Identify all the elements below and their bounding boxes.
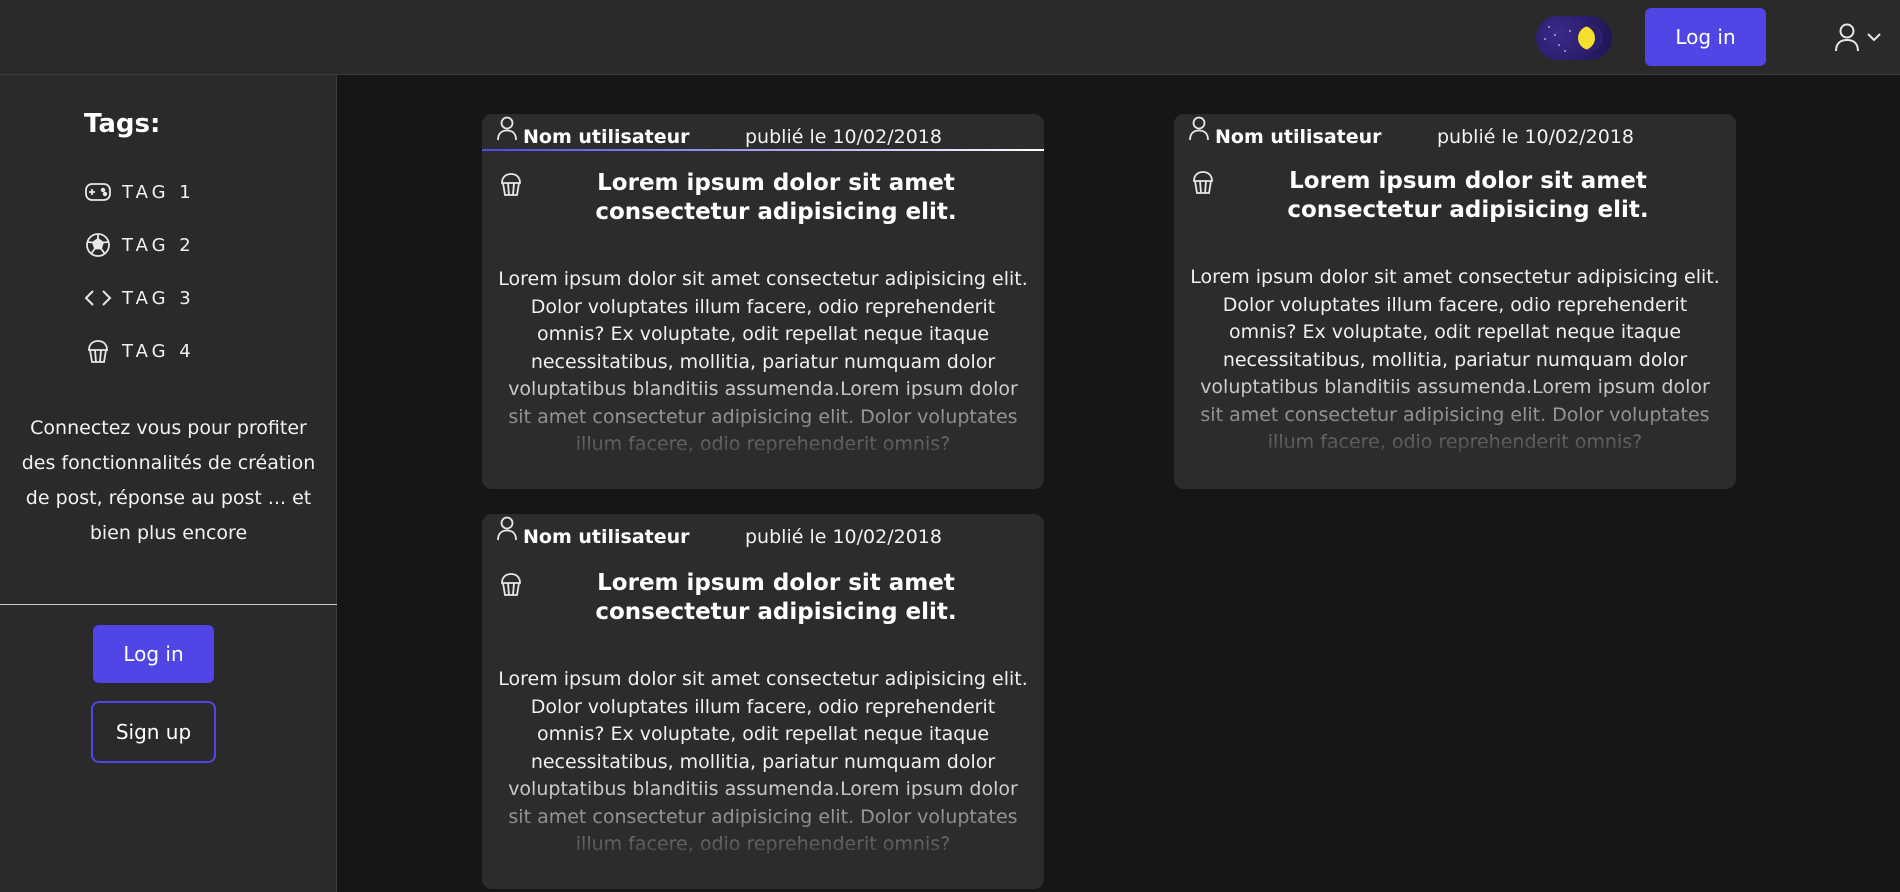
user-icon xyxy=(1189,116,1209,141)
tag-label: TAG 2 xyxy=(122,234,195,256)
header-login-button[interactable]: Log in xyxy=(1645,8,1766,66)
post-date: publié le 10/02/2018 xyxy=(745,126,942,148)
theme-toggle[interactable] xyxy=(1536,16,1612,60)
post-username[interactable]: Nom utilisateur xyxy=(523,526,690,548)
tags-title: Tags: xyxy=(84,109,161,139)
tag-list: TAG 1 TAG 2 TAG 3 TAG 4 xyxy=(84,177,195,389)
post-title-block: Lorem ipsum dolor sit amet consectetur a… xyxy=(1190,167,1720,225)
post-username[interactable]: Nom utilisateur xyxy=(523,126,690,148)
tag-item-4[interactable]: TAG 4 xyxy=(84,336,195,366)
post-card[interactable]: Nom utilisateur publié le 10/02/2018 Lor… xyxy=(482,514,1044,889)
user-icon xyxy=(497,516,517,541)
gamepad-icon xyxy=(84,178,112,206)
sidebar: Tags: TAG 1 TAG 2 TAG 3 TAG 4 Connectez … xyxy=(0,75,337,892)
post-username[interactable]: Nom utilisateur xyxy=(1215,126,1382,148)
tag-label: TAG 1 xyxy=(122,181,195,203)
user-icon xyxy=(497,116,517,141)
post-date: publié le 10/02/2018 xyxy=(1437,126,1634,148)
cupcake-icon xyxy=(84,337,112,365)
star-dot xyxy=(1569,30,1571,32)
post-card[interactable]: Nom utilisateur publié le 10/02/2018 Lor… xyxy=(1174,114,1736,489)
tag-item-1[interactable]: TAG 1 xyxy=(84,177,195,207)
football-icon xyxy=(84,231,112,259)
user-menu[interactable] xyxy=(1834,20,1896,54)
cupcake-icon xyxy=(501,573,521,596)
star-dot xyxy=(1548,26,1550,28)
post-title-block: Lorem ipsum dolor sit amet consectetur a… xyxy=(498,569,1028,627)
tag-item-2[interactable]: TAG 2 xyxy=(84,230,195,260)
cupcake-icon xyxy=(1193,171,1213,194)
post-body: Lorem ipsum dolor sit amet consectetur a… xyxy=(1190,266,1720,452)
post-title-block: Lorem ipsum dolor sit amet consectetur a… xyxy=(498,169,1028,227)
post-title: Lorem ipsum dolor sit amet consectetur a… xyxy=(595,170,957,225)
moon-icon xyxy=(1578,26,1602,50)
post-header: Nom utilisateur publié le 10/02/2018 xyxy=(496,514,1036,550)
tag-label: TAG 3 xyxy=(122,287,195,309)
sidebar-divider xyxy=(0,604,337,605)
user-icon xyxy=(1835,23,1859,52)
post-body: Lorem ipsum dolor sit amet consectetur a… xyxy=(498,668,1028,854)
star-dot xyxy=(1554,34,1556,36)
post-title: Lorem ipsum dolor sit amet consectetur a… xyxy=(1287,168,1649,223)
sidebar-login-button[interactable]: Log in xyxy=(93,625,214,683)
code-icon xyxy=(84,284,112,312)
post-header: Nom utilisateur publié le 10/02/2018 xyxy=(1188,114,1728,150)
cupcake-icon xyxy=(501,173,521,196)
post-header-underline xyxy=(482,149,1044,151)
star-dot xyxy=(1544,38,1546,40)
top-bar: Log in xyxy=(0,0,1900,75)
tag-label: TAG 4 xyxy=(122,340,195,362)
post-header: Nom utilisateur publié le 10/02/2018 xyxy=(496,114,1036,150)
post-card[interactable]: Nom utilisateur publié le 10/02/2018 Lor… xyxy=(482,114,1044,489)
star-dot xyxy=(1564,50,1566,52)
tag-item-3[interactable]: TAG 3 xyxy=(84,283,195,313)
post-date: publié le 10/02/2018 xyxy=(745,526,942,548)
sidebar-signup-button[interactable]: Sign up xyxy=(91,701,216,763)
star-dot xyxy=(1558,44,1560,46)
post-body: Lorem ipsum dolor sit amet consectetur a… xyxy=(498,268,1028,454)
post-title: Lorem ipsum dolor sit amet consectetur a… xyxy=(595,570,957,625)
login-prompt-text: Connectez vous pour profiter des fonctio… xyxy=(21,417,316,544)
chevron-down-icon xyxy=(1867,33,1881,42)
